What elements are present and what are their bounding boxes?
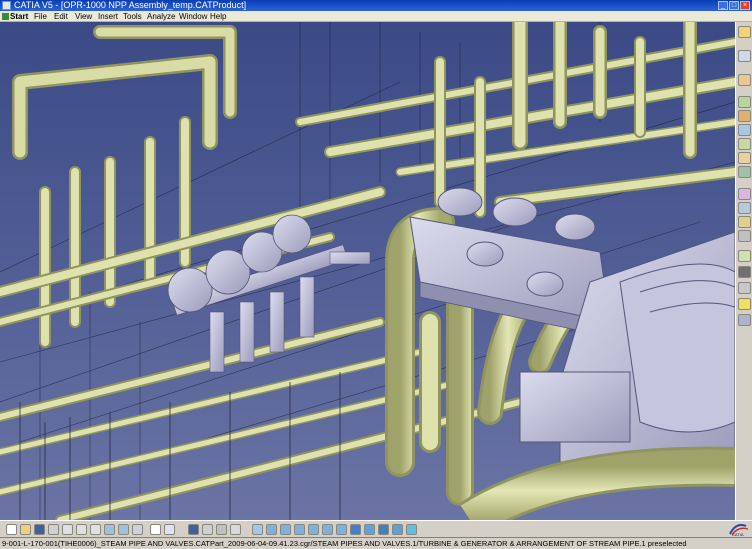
bottom-toolbar: [0, 520, 752, 537]
product-structure-icon[interactable]: [738, 26, 751, 38]
status-text: 9-001-L-170-001(TIHE0006)_STEAM PIPE AND…: [2, 539, 687, 548]
hide-show-icon[interactable]: [392, 524, 403, 535]
catalog-icon[interactable]: [164, 524, 175, 535]
menu-start[interactable]: Start: [2, 11, 28, 22]
close-icon[interactable]: ×: [740, 1, 750, 10]
menu-window[interactable]: Window: [179, 11, 207, 22]
zoom-in-icon[interactable]: [308, 524, 319, 535]
3d-viewport[interactable]: [0, 22, 735, 520]
section-icon[interactable]: [738, 282, 751, 294]
whats-this-icon[interactable]: [132, 524, 143, 535]
normal-view-icon[interactable]: [336, 524, 347, 535]
paste-icon[interactable]: [90, 524, 101, 535]
existing-component-icon[interactable]: [738, 74, 751, 86]
menu-edit[interactable]: Edit: [54, 11, 68, 22]
fix-icon[interactable]: [738, 152, 751, 164]
fit-all-icon[interactable]: [266, 524, 277, 535]
menu-analyze[interactable]: Analyze: [147, 11, 175, 22]
rotate-icon[interactable]: [294, 524, 305, 535]
table-icon[interactable]: [230, 524, 241, 535]
visualization-icon[interactable]: [216, 524, 227, 535]
fly-mode-icon[interactable]: [252, 524, 263, 535]
lightbulb-icon[interactable]: [738, 298, 751, 310]
explode-icon[interactable]: [738, 124, 751, 136]
measure-icon[interactable]: [738, 250, 751, 262]
iso-view-icon[interactable]: [364, 524, 375, 535]
reuse-pattern-icon[interactable]: [738, 230, 751, 242]
maximize-icon[interactable]: □: [729, 1, 739, 10]
snap-icon[interactable]: [738, 110, 751, 122]
menu-view[interactable]: View: [75, 11, 92, 22]
constraint-icon[interactable]: [738, 138, 751, 150]
menu-insert[interactable]: Insert: [98, 11, 118, 22]
sectioning-icon[interactable]: [738, 314, 751, 326]
catia-logo: CATIA: [724, 520, 752, 537]
piping-model-render[interactable]: [0, 22, 735, 520]
redo-icon[interactable]: [118, 524, 129, 535]
offset-icon[interactable]: [738, 188, 751, 200]
angle-icon[interactable]: [738, 202, 751, 214]
open-icon[interactable]: [20, 524, 31, 535]
menu-bar: Start File Edit View Insert Tools Analyz…: [0, 11, 752, 22]
status-bar: 9-001-L-170-001(TIHE0006)_STEAM PIPE AND…: [0, 537, 752, 549]
cut-icon[interactable]: [62, 524, 73, 535]
new-component-icon[interactable]: [738, 50, 751, 62]
shading-icon[interactable]: [378, 524, 389, 535]
copy-icon[interactable]: [76, 524, 87, 535]
manipulate-icon[interactable]: [738, 96, 751, 108]
multi-view-icon[interactable]: [350, 524, 361, 535]
contact-icon[interactable]: [738, 166, 751, 178]
title-bar: CATIA V5 - [OPR-1000 NPP Assembly_temp.C…: [0, 0, 752, 11]
lower-right-pipe: [459, 446, 735, 520]
new-icon[interactable]: [6, 524, 17, 535]
upper-left-pipe-loop: [12, 25, 237, 160]
print-icon[interactable]: [48, 524, 59, 535]
menu-help[interactable]: Help: [210, 11, 226, 22]
space-analysis-icon[interactable]: [738, 266, 751, 278]
minimize-icon[interactable]: _: [718, 1, 728, 10]
formula-icon[interactable]: [150, 524, 161, 535]
right-toolbar: [735, 22, 752, 520]
save-icon[interactable]: [34, 524, 45, 535]
catia-app-icon: [2, 1, 11, 10]
zoom-out-icon[interactable]: [322, 524, 333, 535]
design-mode-icon[interactable]: [202, 524, 213, 535]
swap-visible-space-icon[interactable]: [406, 524, 417, 535]
pan-icon[interactable]: [280, 524, 291, 535]
undo-icon[interactable]: [104, 524, 115, 535]
update-icon[interactable]: [738, 216, 751, 228]
menu-file[interactable]: File: [34, 11, 47, 22]
start-icon: [2, 13, 9, 20]
window-title: CATIA V5 - [OPR-1000 NPP Assembly_temp.C…: [14, 0, 247, 10]
menu-tools[interactable]: Tools: [123, 11, 142, 22]
specification-tree-icon[interactable]: [188, 524, 199, 535]
